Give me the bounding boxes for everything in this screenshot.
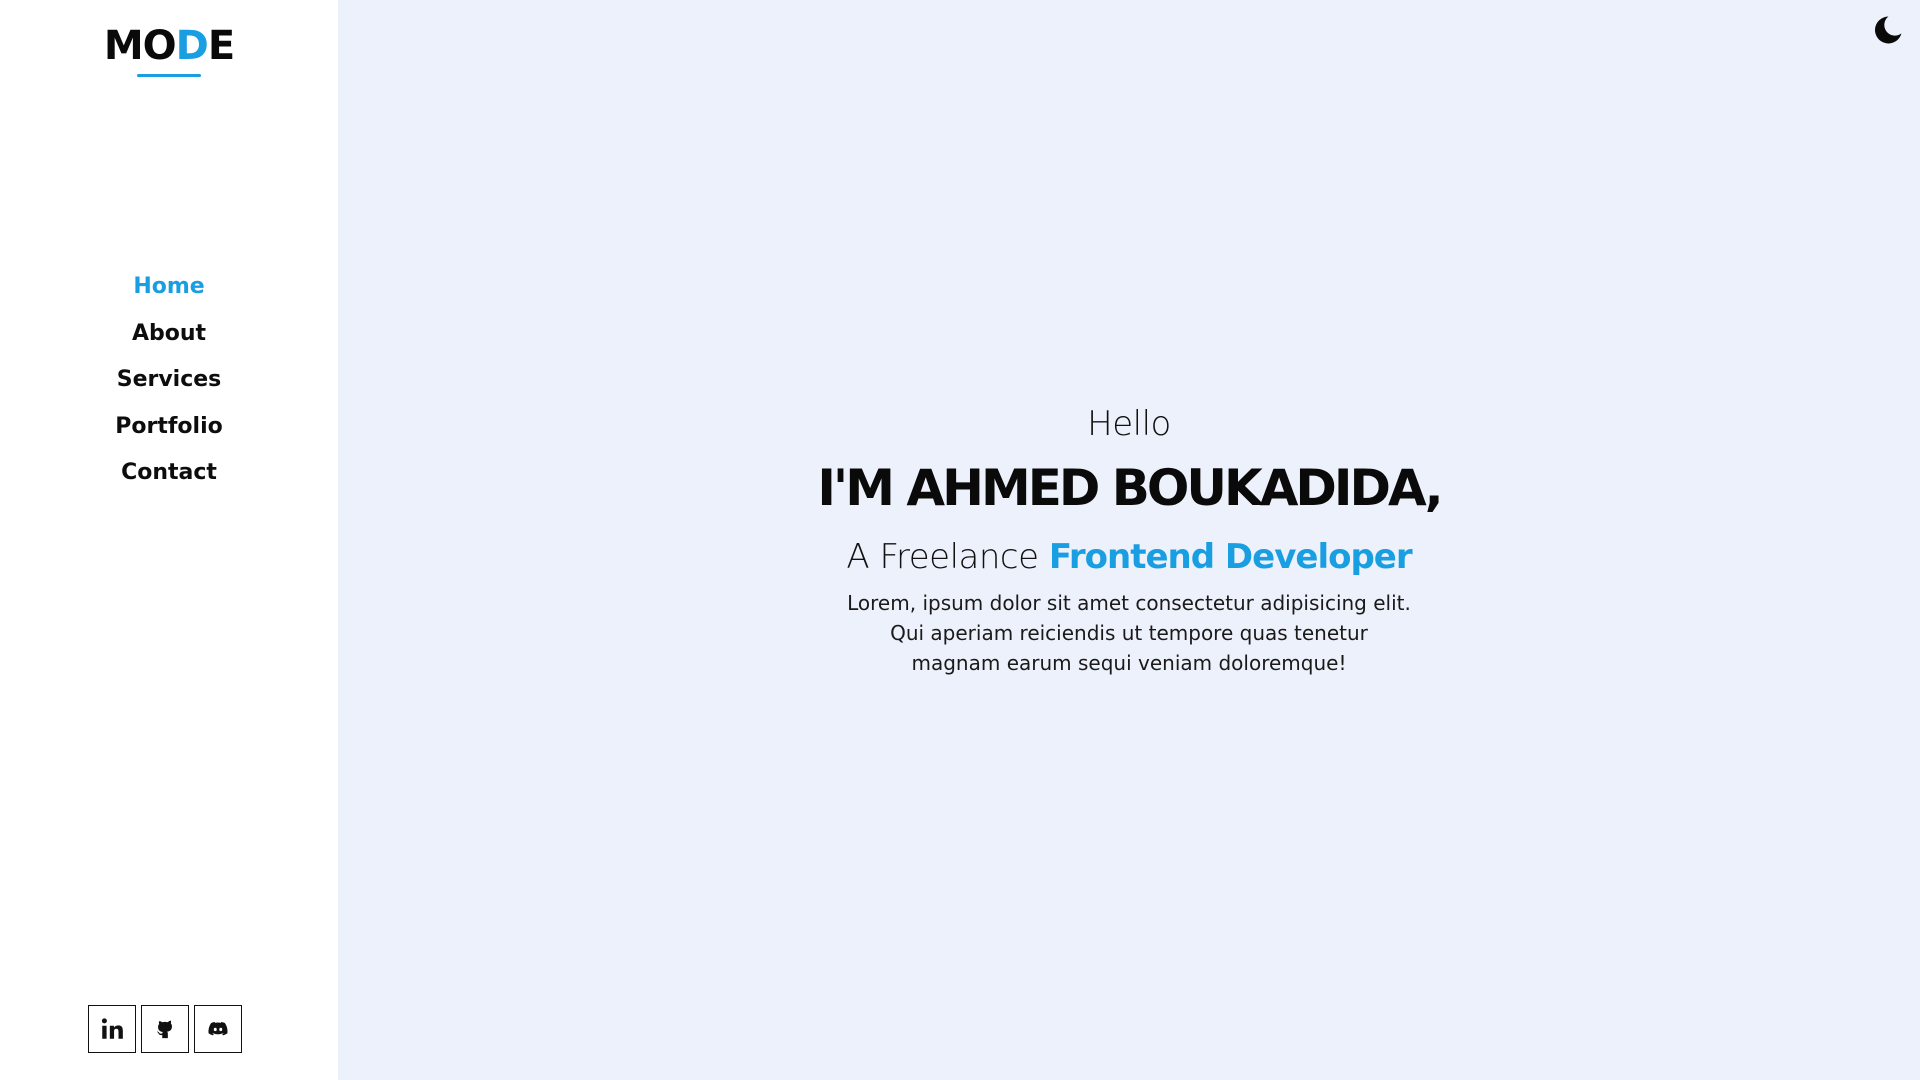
hero-greeting: Hello	[1087, 404, 1171, 444]
hero-description: Lorem, ipsum dolor sit amet consectetur …	[819, 588, 1439, 678]
hero-name: I'M AHMED BOUKADIDA,	[817, 459, 1443, 517]
theme-toggle-button[interactable]	[1868, 12, 1908, 52]
logo-text-end: E	[207, 23, 235, 69]
social-links	[88, 1005, 242, 1053]
nav-item-home[interactable]: Home	[0, 268, 338, 315]
logo-underline	[137, 74, 201, 77]
logo-text-start: MO	[103, 23, 177, 69]
tagline-role: Frontend Developer	[1048, 537, 1413, 577]
main-content: Hello I'M AHMED BOUKADIDA, A Freelance F…	[338, 0, 1920, 1080]
discord-icon	[207, 1018, 229, 1040]
linkedin-button[interactable]	[88, 1005, 136, 1053]
description-line: magnam earum sequi veniam doloremque!	[911, 651, 1347, 675]
page: MODE Home About Services Portfolio Conta…	[0, 0, 1920, 1080]
hero-section: Hello I'M AHMED BOUKADIDA, A Freelance F…	[338, 396, 1920, 678]
sidebar-nav: Home About Services Portfolio Contact	[0, 268, 338, 501]
nav-item-services[interactable]: Services	[0, 361, 338, 408]
linkedin-icon	[99, 1016, 125, 1042]
nav-item-contact[interactable]: Contact	[0, 454, 338, 501]
moon-icon	[1871, 13, 1905, 51]
hero-tagline: A Freelance Frontend Developer	[338, 530, 1920, 584]
github-button[interactable]	[141, 1005, 189, 1053]
sidebar: MODE Home About Services Portfolio Conta…	[0, 0, 338, 1080]
logo[interactable]: MODE	[0, 22, 338, 70]
logo-text-accent: D	[175, 23, 209, 69]
github-icon	[154, 1018, 176, 1040]
description-line: Lorem, ipsum dolor sit amet consectetur …	[847, 591, 1411, 615]
nav-item-portfolio[interactable]: Portfolio	[0, 408, 338, 455]
nav-item-about[interactable]: About	[0, 315, 338, 362]
discord-button[interactable]	[194, 1005, 242, 1053]
tagline-prefix: A Freelance	[846, 537, 1039, 577]
description-line: Qui aperiam reiciendis ut tempore quas t…	[890, 621, 1368, 645]
